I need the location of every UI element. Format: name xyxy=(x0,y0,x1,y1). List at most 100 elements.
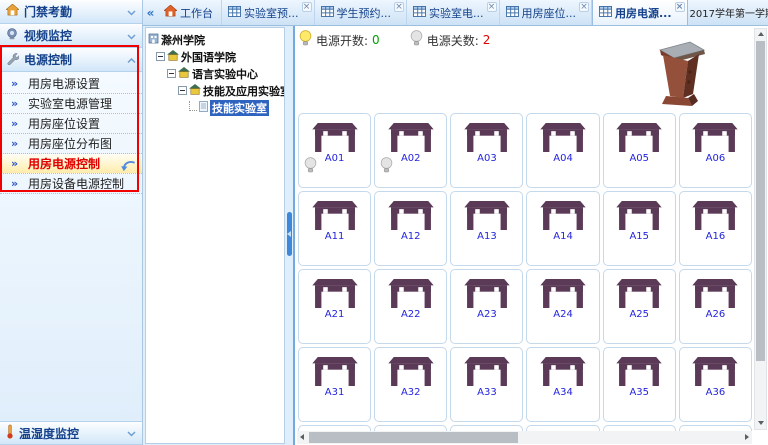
tab-lab-reservation[interactable]: 实验室预... × xyxy=(222,0,315,25)
menu-item-label: 用房电源控制 xyxy=(28,157,100,171)
desk-icon xyxy=(464,123,510,152)
tab-student-booking[interactable]: 学生预约... × xyxy=(315,0,408,25)
thermometer-icon xyxy=(6,424,14,442)
seat-cell[interactable]: A02 xyxy=(374,113,447,188)
bulb-off-icon xyxy=(380,157,393,174)
tab-lab-power[interactable]: 实验室电... × xyxy=(407,0,500,25)
tab-room-seats[interactable]: 用房座位... × xyxy=(500,0,593,25)
arrow-bullet-icon: » xyxy=(11,174,18,194)
close-icon[interactable]: × xyxy=(394,2,404,12)
vertical-scroll-thumb[interactable] xyxy=(756,41,765,361)
seat-cell[interactable]: A32 xyxy=(374,347,447,422)
desk-icon xyxy=(540,279,586,308)
menu-item-room-seat-settings[interactable]: » 用房座位设置 xyxy=(0,114,142,134)
tab-workbench[interactable]: 工作台 xyxy=(158,0,222,25)
tree-node-foreign-language-school[interactable]: 外国语学院 xyxy=(147,48,283,65)
scroll-up-button[interactable] xyxy=(755,29,766,40)
seat-cell[interactable]: A21 xyxy=(298,269,371,344)
seat-cell[interactable]: A26 xyxy=(679,269,752,344)
seat-cell[interactable]: A23 xyxy=(450,269,523,344)
seat-cell[interactable]: A03 xyxy=(450,113,523,188)
scroll-right-button[interactable] xyxy=(741,431,752,444)
seat-cell[interactable]: A14 xyxy=(526,191,599,266)
camera-icon xyxy=(6,28,19,43)
seat-cell[interactable]: A04 xyxy=(526,113,599,188)
seat-cell[interactable]: A11 xyxy=(298,191,371,266)
power-off-label: 电源关数: xyxy=(427,32,479,49)
menu-item-room-power-control[interactable]: » 用房电源控制 xyxy=(0,154,142,174)
seat-cell[interactable]: A16 xyxy=(679,191,752,266)
seat-cell[interactable]: A24 xyxy=(526,269,599,344)
seat-cell[interactable]: A06 xyxy=(679,113,752,188)
tab-bar: « 工作台 实验室预... × 学生预约... × 实验室电... × xyxy=(143,0,768,26)
collapse-tabs-button[interactable]: « xyxy=(143,0,158,25)
seat-cell[interactable]: A15 xyxy=(603,191,676,266)
close-icon[interactable]: × xyxy=(302,2,312,12)
collapse-expander-icon[interactable] xyxy=(167,69,176,78)
close-icon[interactable]: × xyxy=(675,2,685,12)
vertical-scrollbar[interactable] xyxy=(754,28,767,430)
splitter-collapse-handle[interactable] xyxy=(287,212,292,256)
seat-cell[interactable]: A22 xyxy=(374,269,447,344)
home-icon xyxy=(164,5,177,20)
tree-node-label: 滁州学院 xyxy=(161,32,205,48)
sidebar-section-label: 温湿度监控 xyxy=(19,425,79,442)
grid-icon xyxy=(228,6,241,20)
tree-node-skills-lab[interactable]: 技能实验室 xyxy=(147,99,283,116)
seat-cell[interactable]: A01 xyxy=(298,113,371,188)
menu-item-room-power-settings[interactable]: » 用房电源设置 xyxy=(0,74,142,94)
chevron-down-icon xyxy=(127,29,136,43)
scroll-down-button[interactable] xyxy=(755,418,766,429)
desk-icon xyxy=(312,123,358,152)
desk-icon xyxy=(616,357,662,386)
seat-cell[interactable]: A34 xyxy=(526,347,599,422)
menu-item-device-power-control[interactable]: » 用房设备电源控制 xyxy=(0,174,142,194)
tree-node-skills-application-lab[interactable]: 技能及应用实验室 xyxy=(147,82,283,99)
horizontal-scrollbar[interactable] xyxy=(297,431,752,444)
panel-splitter[interactable] xyxy=(285,26,293,445)
collapse-expander-icon[interactable] xyxy=(156,52,165,61)
podium-image xyxy=(646,38,712,112)
semester-week-text: 2017学年第一学期第7周星期一 xyxy=(688,0,768,25)
collapse-expander-icon[interactable] xyxy=(178,86,187,95)
sidebar-section-power-control[interactable]: 电源控制 xyxy=(0,48,142,72)
bulb-on-icon xyxy=(299,30,312,50)
menu-item-room-seat-map[interactable]: » 用房座位分布图 xyxy=(0,134,142,154)
tree-node-language-lab-center[interactable]: 语言实验中心 xyxy=(147,65,283,82)
menu-item-label: 用房座位分布图 xyxy=(28,137,112,151)
seat-cell[interactable]: A25 xyxy=(603,269,676,344)
seat-cell[interactable]: A12 xyxy=(374,191,447,266)
desk-icon xyxy=(540,201,586,230)
close-icon[interactable]: × xyxy=(579,2,589,12)
desk-icon xyxy=(388,201,434,230)
sidebar-section-door-access[interactable]: 门禁考勤 xyxy=(0,0,142,24)
tab-label: 学生预约... xyxy=(337,5,392,21)
horizontal-scroll-thumb[interactable] xyxy=(309,432,518,443)
menu-item-label: 用房电源设置 xyxy=(28,77,100,91)
seat-cell[interactable]: A33 xyxy=(450,347,523,422)
power-on-value: 0 xyxy=(372,33,380,47)
desk-icon xyxy=(388,357,434,386)
seat-label: A25 xyxy=(629,309,649,320)
content-area: 滁州学院 外国语学院 语言实验中心 技能及应用实验室 xyxy=(143,26,768,445)
seat-cell[interactable]: A31 xyxy=(298,347,371,422)
app-window: 门禁考勤 视频监控 电源控制 » 用房电源设置 » 实验室电源管理 » 用房座 xyxy=(0,0,768,445)
sidebar-section-temp-humidity[interactable]: 温湿度监控 xyxy=(0,421,142,445)
menu-item-lab-power-management[interactable]: » 实验室电源管理 xyxy=(0,94,142,114)
seat-cell[interactable]: A13 xyxy=(450,191,523,266)
desk-icon xyxy=(616,123,662,152)
scroll-left-button[interactable] xyxy=(297,431,308,444)
grid-icon xyxy=(321,6,334,20)
seat-cell[interactable]: A05 xyxy=(603,113,676,188)
seat-cell[interactable]: A35 xyxy=(603,347,676,422)
house-icon xyxy=(167,50,179,64)
tree-node-label: 外国语学院 xyxy=(181,49,236,65)
sidebar-section-video-monitor[interactable]: 视频监控 xyxy=(0,24,142,48)
house-icon xyxy=(6,4,19,19)
tree-node-college[interactable]: 滁州学院 xyxy=(147,31,283,48)
close-icon[interactable]: × xyxy=(487,2,497,12)
power-on-label: 电源开数: xyxy=(316,32,368,49)
tab-label: 用房座位... xyxy=(522,5,577,21)
seat-cell[interactable]: A36 xyxy=(679,347,752,422)
tab-room-power[interactable]: 用房电源... × xyxy=(592,0,688,25)
